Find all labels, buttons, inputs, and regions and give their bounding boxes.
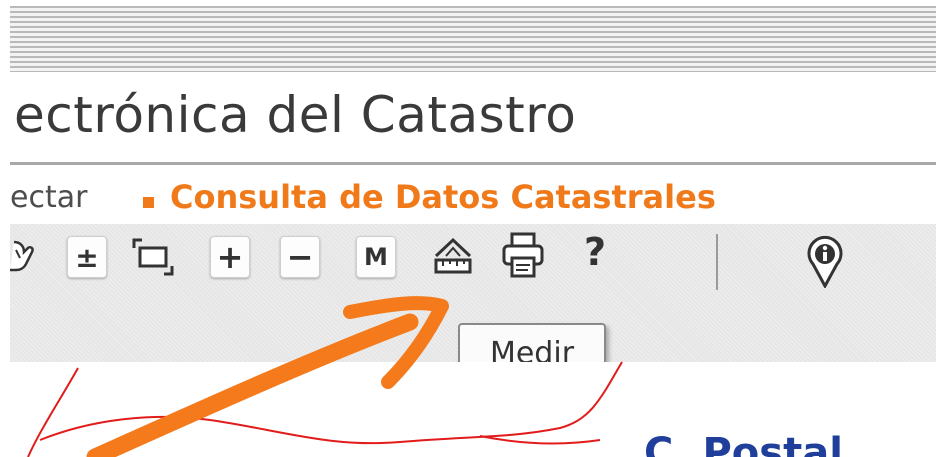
sketch-line-right (39, 361, 623, 445)
sketch-line-bottom (479, 435, 601, 445)
arrow-shaft (86, 313, 419, 457)
annotation-overlay (27, 296, 623, 457)
sketch-line-left (27, 367, 79, 457)
